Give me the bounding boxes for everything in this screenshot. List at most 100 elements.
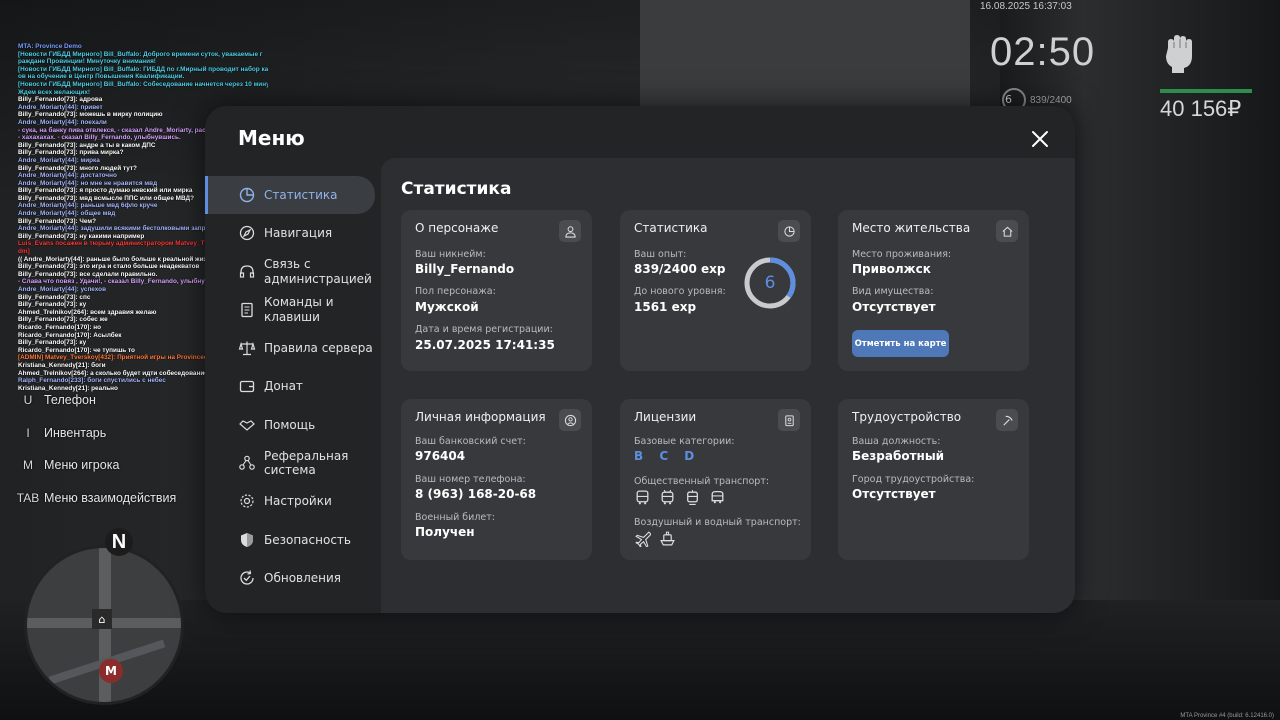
hud-level: 6 [1005,93,1012,106]
residence-value: Приволжск [852,262,931,276]
position-label: Ваша должность: [852,436,941,447]
pie-chart-icon [239,187,255,203]
bank-label: Ваш банковский счет: [415,436,526,447]
background-floor [0,600,1280,720]
sidebar-item-admin-contact[interactable]: Связь с администрацией [205,253,381,291]
hud-exp: 839/2400 [1030,95,1072,106]
chat-line: MTA: Province Demo [18,43,82,50]
handshake-icon [239,420,255,431]
minimap-house-icon: ⌂ [92,609,112,629]
hotkey-label: Меню взаимодействия [44,490,177,505]
personal-info-card: Личная информация Ваш банковский счет: 9… [401,399,592,560]
network-icon [239,455,255,470]
main-menu-window: Меню Статистика Навигация Связь с админи… [205,106,1075,613]
wallet-icon [239,381,255,393]
gender-value: Мужской [415,300,479,314]
airplane-icon [635,531,651,547]
sidebar-item-security[interactable]: Безопасность [205,521,381,559]
air-water-transport-label: Воздушный и водный транспорт: [634,517,801,528]
hotkey-interaction-menu: TAB Меню взаимодействия [12,482,177,515]
bank-value: 976404 [415,449,466,463]
close-icon[interactable] [1029,128,1051,150]
menu-sidebar: Статистика Навигация Связь с администрац… [205,176,381,597]
sidebar-item-label: Команды и клавиши [264,295,334,324]
home-icon [996,220,1018,242]
sidebar-item-label: Помощь [264,417,316,432]
background-wall [640,0,970,110]
next-level-label: До нового уровня: [634,286,726,297]
compass-icon [239,226,255,241]
licenses-card: Лицензии Базовые категории: B C D Общест… [620,399,811,560]
card-title: О персонаже [415,221,499,235]
public-transport-label: Общественный транспорт: [634,476,770,487]
sidebar-item-help[interactable]: Помощь [205,406,381,444]
hud-datetime: 16.08.2025 16:37:03 [980,1,1072,12]
level-number: 6 [764,273,776,293]
chat-line: [Новости ГИБДД Мирного] Bill_Buffalo: ГИ… [18,65,268,73]
sidebar-item-updates[interactable]: Обновления [205,559,381,597]
user-circle-icon [559,409,581,431]
employment-city-value: Отсутствует [852,487,936,501]
hotkey-label: Меню игрока [44,458,120,473]
hotkey-phone: U Телефон [12,384,176,417]
scales-icon [238,341,256,356]
sidebar-item-commands[interactable]: Команды и клавиши [205,291,381,329]
property-value: Отсутствует [852,300,936,314]
sidebar-item-referral[interactable]: Реферальная система [205,444,381,482]
hotkey-label: Телефон [44,393,96,408]
chat-line: [Новости ГИБДД Мирного] Bill_Buffalo: До… [18,50,263,58]
sidebar-item-navigation[interactable]: Навигация [205,214,381,252]
boat-icon [660,531,675,546]
hud-money: 40 156₽ [1160,96,1242,121]
nickname-value: Billy_Fernando [415,262,515,276]
hud-clock: 02:50 [990,30,1096,74]
next-level-value: 1561 exp [634,300,697,314]
hotkey-inventory: I Инвентарь [12,417,176,450]
sidebar-item-rules[interactable]: Правила сервера [205,329,381,367]
content-title: Статистика [401,179,512,199]
sidebar-item-statistics[interactable]: Статистика [205,176,375,214]
employment-city-label: Город трудоустройства: [852,474,975,485]
sidebar-item-label: Донат [264,379,303,394]
residence-label: Место проживания: [852,249,952,260]
tram-icon [687,490,698,505]
sidebar-item-label: Правила сервера [264,341,373,356]
hotkey-label: Инвентарь [44,425,107,440]
sidebar-item-settings[interactable]: Настройки [205,482,381,520]
base-categories-label: Базовые категории: [634,436,735,447]
military-label: Военный билет: [415,512,495,523]
refresh-check-icon [240,570,254,585]
sidebar-item-label: Реферальная система [264,448,349,478]
card-title: Лицензии [634,410,697,424]
chat-line: Ждем всех желающих! [18,88,91,96]
registration-label: Дата и время регистрации: [415,324,553,335]
sidebar-item-donate[interactable]: Донат [205,367,381,405]
headset-icon [239,264,255,278]
minibus-icon [711,491,724,504]
public-transport-icons [634,489,726,506]
card-title: Статистика [634,221,708,235]
hotkey-player-menu: M Меню игрока [12,449,176,482]
gear-icon [240,494,254,508]
hotkey-list: U Телефон I Инвентарь M Меню игрока TAB … [12,384,177,515]
card-title: Трудоустройство [852,410,962,424]
menu-title: Меню [238,126,305,150]
stats-card: Статистика Ваш опыт: 839/2400 exp До нов… [620,210,811,371]
hotkey-key: TAB [16,490,40,505]
gender-label: Пол персонажа: [415,286,496,297]
hotkey-key: M [23,458,33,473]
exp-label: Ваш опыт: [634,249,687,260]
card-title: Личная информация [415,410,546,424]
phone-label: Ваш номер телефона: [415,474,526,485]
minimap-metro-icon: M [99,659,123,683]
mark-on-map-button[interactable]: Отметить на карте [852,330,949,357]
sidebar-item-label: Безопасность [264,532,351,547]
statistics-content: Статистика О персонаже Ваш никнейм: Bill… [381,158,1075,613]
user-icon [559,220,581,242]
bus-icon [636,490,649,505]
phone-value: 8 (963) 168-20-68 [415,487,537,501]
chat-line: раждане Провинции! Минуточку внимания! [18,58,156,66]
registration-value: 25.07.2025 17:41:35 [415,338,555,352]
employment-card: Трудоустройство Ваша должность: Безработ… [838,399,1029,560]
base-categories-value: B C D [634,449,701,463]
